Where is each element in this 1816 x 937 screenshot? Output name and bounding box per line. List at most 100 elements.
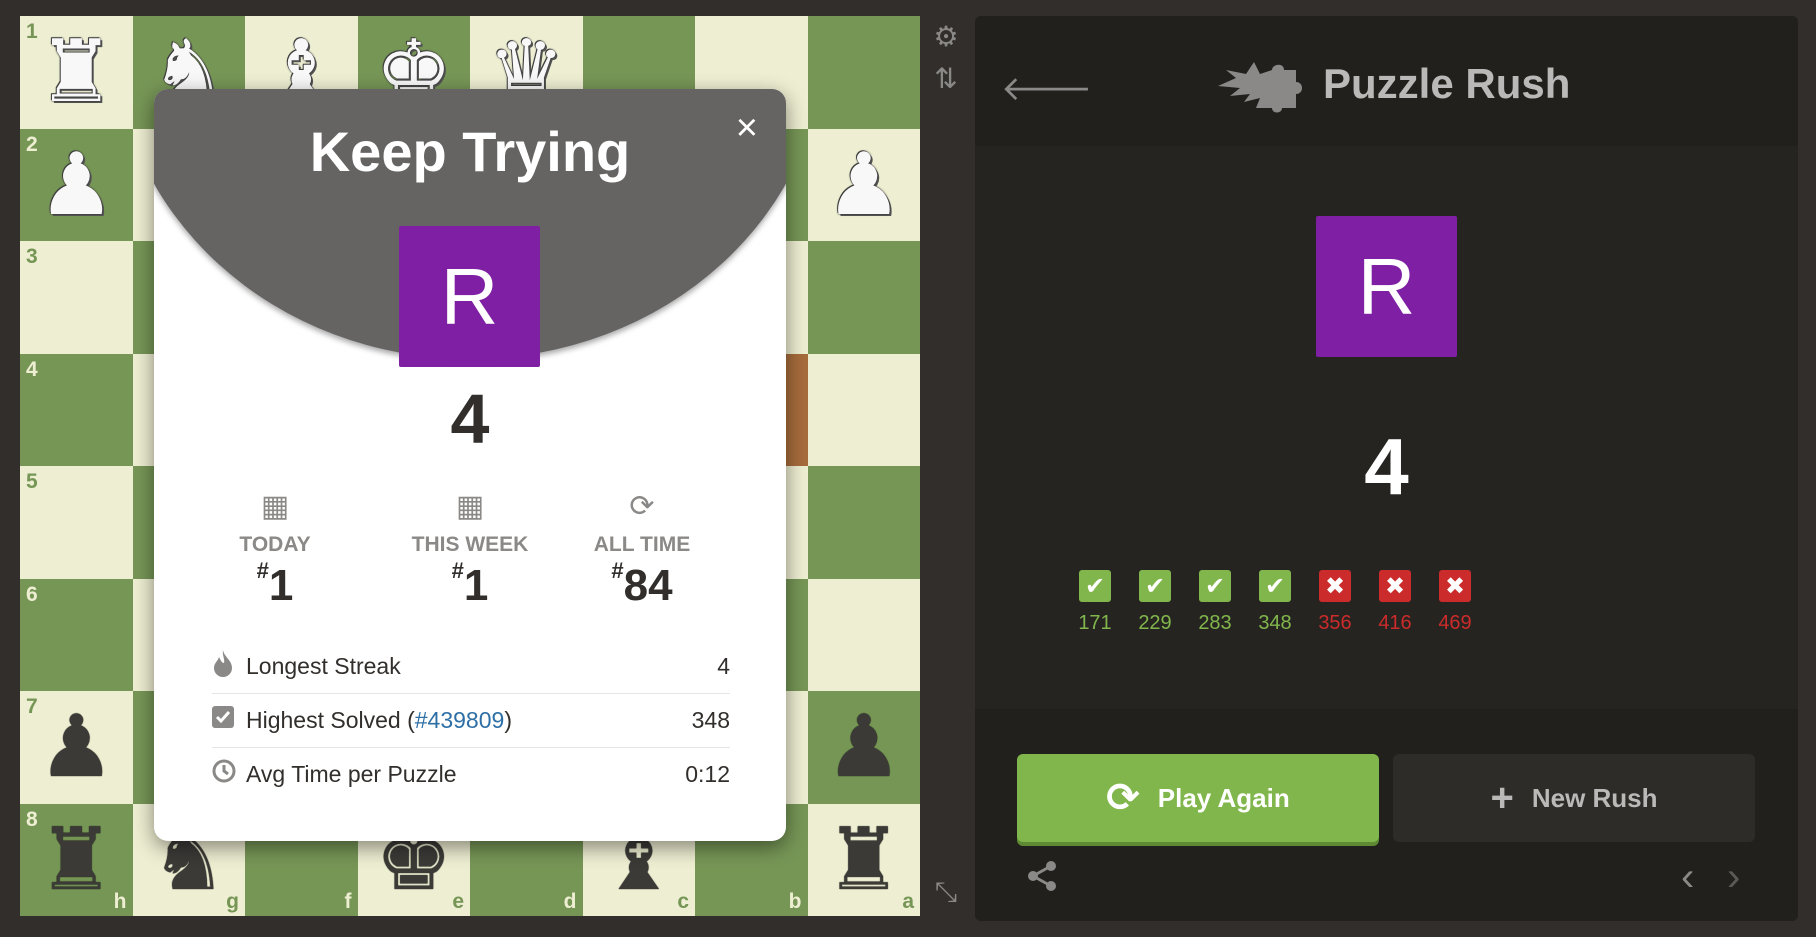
modal-title: Keep Trying [309,120,631,183]
stat-label: Avg Time per Puzzle [246,760,457,787]
result-item[interactable]: ✔ 283 [1185,570,1245,635]
play-again-label: Play Again [1157,782,1290,813]
rank-label: 2 [26,132,38,156]
puzzle-rush-logo-icon [1218,62,1302,113]
back-arrow-icon[interactable]: 🡐 [1001,68,1092,109]
square-a2[interactable]: ♟ [807,128,920,241]
stat-highest-solved: Highest Solved (#439809) 348 [212,693,730,748]
play-again-button[interactable]: ⟳ Play Again [1017,754,1379,842]
square-a8[interactable]: a ♜ [807,803,920,916]
close-icon[interactable]: × [736,109,758,147]
file-label: e [452,890,464,913]
new-rush-label: New Rush [1531,782,1658,813]
file-label: f [344,890,352,913]
check-icon: ✔ [1199,570,1231,602]
rank-label: 1 [26,20,38,43]
clock-icon [212,759,246,789]
calendar-icon: ▦ [260,490,290,523]
square-h2[interactable]: 2 ♟ [20,128,133,241]
rank-this-week: ▦ THIS WEEK #1 [395,489,545,611]
square-a4[interactable] [807,353,920,466]
refresh-icon: ⟳ [629,490,655,523]
result-rating: 416 [1378,612,1412,634]
black-rook[interactable]: ♜ [38,817,115,903]
result-item[interactable]: ✖ 469 [1425,570,1485,635]
square-h1[interactable]: 1 ♜ [20,16,133,129]
calendar-icon: ▦ [455,490,485,523]
result-item[interactable]: ✔ 348 [1245,570,1305,635]
file-label: h [113,890,127,913]
check-icon: ✔ [1079,570,1111,602]
white-pawn[interactable]: ♟ [825,142,902,228]
stat-avg-time: Avg Time per Puzzle 0:12 [212,747,730,801]
score: 4 [450,380,490,458]
rank-value: #1 [451,558,489,610]
square-a3[interactable] [807,241,920,354]
white-pawn[interactable]: ♟ [38,142,115,228]
stat-value: 348 [691,706,730,733]
check-icon: ✔ [1139,570,1171,602]
square-a7[interactable]: ♟ [807,691,920,804]
result-rating: 283 [1198,612,1232,634]
refresh-icon: ⟳ [1106,776,1140,820]
result-rating: 356 [1318,612,1352,634]
square-h8[interactable]: 8 h ♜ [20,803,133,916]
square-h3[interactable]: 3 [20,241,133,354]
file-label: c [677,890,689,913]
puzzle-results: ✔ 171 ✔ 229 ✔ 283 ✔ 348 ✖ 356 ✖ 416 ✖ 469 [1065,570,1485,635]
plus-icon: + [1490,775,1514,820]
square-a1[interactable] [807,16,920,129]
check-icon: ✔ [1259,570,1291,602]
file-label: d [563,890,577,913]
result-item[interactable]: ✖ 416 [1365,570,1425,635]
avatar: R [399,226,540,367]
rank-all-time: ⟳ ALL TIME #84 [567,489,717,611]
rank-label: 7 [26,695,38,718]
stat-longest-streak: Longest Streak 4 [212,639,730,694]
expand-icon[interactable]: ⤡ [930,876,962,908]
file-label: g [226,890,239,913]
chevron-left-icon[interactable]: ‹ [1681,855,1694,900]
black-pawn[interactable]: ♟ [825,704,902,790]
new-rush-button[interactable]: + New Rush [1393,754,1755,842]
rank-label: 3 [26,245,38,268]
checkbox-icon [212,706,246,734]
share-icon[interactable] [1025,859,1059,902]
rank-label: THIS WEEK [411,533,529,556]
square-h7[interactable]: 7 ♟ [20,691,133,804]
x-icon: ✖ [1439,570,1471,602]
square-h5[interactable]: 5 [20,466,133,579]
result-rating: 171 [1078,612,1112,634]
square-h4[interactable]: 4 [20,353,133,466]
gear-icon[interactable]: ⚙ [930,20,962,52]
flip-board-icon[interactable]: ⇅ [930,62,962,94]
chevron-right-icon[interactable]: › [1727,855,1740,900]
rank-label: 6 [26,582,38,606]
avatar: R [1316,216,1457,357]
stat-label: Highest Solved [246,706,401,733]
score: 4 [1364,422,1409,511]
file-label: a [902,890,914,913]
rank-label: TODAY [239,533,311,556]
panel-footer: ⟳ Play Again + New Rush ‹ › [975,709,1798,921]
result-item[interactable]: ✖ 356 [1305,570,1365,635]
rank-label: 5 [26,470,38,493]
rank-label: 8 [26,807,38,831]
white-rook[interactable]: ♜ [38,29,115,115]
black-pawn[interactable]: ♟ [38,704,115,790]
square-a6[interactable] [807,578,920,691]
black-rook[interactable]: ♜ [825,817,902,903]
result-item[interactable]: ✔ 171 [1065,570,1125,635]
puzzle-link[interactable]: #439809 [415,707,505,733]
square-a5[interactable] [807,466,920,579]
result-item[interactable]: ✔ 229 [1125,570,1185,635]
result-rating: 348 [1258,612,1292,634]
panel-title: Puzzle Rush [1323,60,1571,107]
flame-icon [212,649,246,683]
stat-value: 4 [717,652,730,679]
result-rating: 229 [1138,612,1172,634]
results-modal: Keep Trying × R 4 ▦ TODAY #1 ▦ THIS WEEK… [154,89,786,841]
puzzle-rush-panel: 🡐 Puzzle Rush R 4 ✔ 171 ✔ 229 ✔ 283 ✔ 348 ✖ 356 ✖ 4… [975,16,1798,921]
stat-label: Longest Streak [246,652,401,679]
square-h6[interactable]: 6 [20,578,133,691]
